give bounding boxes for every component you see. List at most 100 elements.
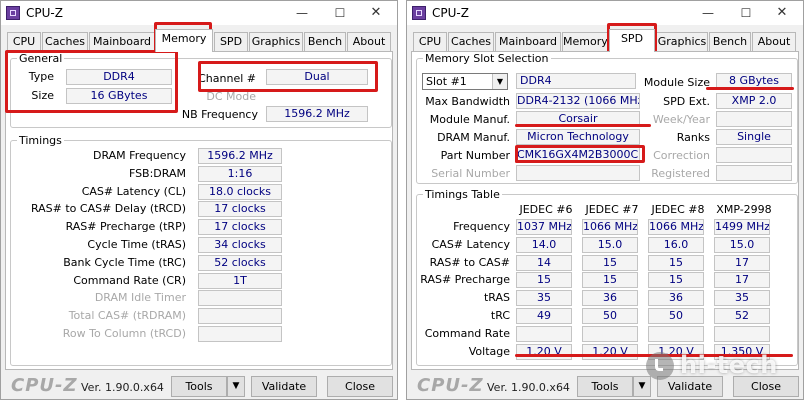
version-text: Ver. 1.90.0.x64 [487, 381, 570, 394]
part-number-label: Part Number [440, 149, 510, 162]
close-window-button[interactable]: ✕ [765, 1, 799, 25]
timing-cell: 14 [516, 255, 572, 271]
timing-cell: 36 [648, 290, 704, 306]
underline-module-size [706, 87, 794, 90]
timing-value [198, 326, 282, 342]
tab-memory[interactable]: Memory [155, 29, 213, 52]
timing-value: 18.0 clocks [198, 184, 282, 200]
serial-number-value [516, 165, 640, 181]
timing-cell: 50 [582, 308, 638, 324]
tab-about[interactable]: About [752, 32, 796, 51]
timing-label: CAS# Latency (CL) [81, 185, 186, 198]
tab-spd[interactable]: SPD [609, 29, 655, 52]
tab-mainboard[interactable]: Mainboard [495, 32, 561, 51]
minimize-button[interactable]: — [285, 1, 319, 25]
tab-spd[interactable]: SPD [214, 32, 248, 51]
timing-row-label: Command Rate [424, 327, 510, 340]
tab-caches[interactable]: Caches [448, 32, 494, 51]
chevron-down-icon[interactable]: ▼ [492, 74, 507, 89]
minimize-button[interactable]: — [691, 1, 725, 25]
timing-column-header: XMP-2998 [716, 203, 772, 216]
timing-cell [714, 326, 770, 342]
timing-cell: 14.0 [516, 237, 572, 253]
timing-label: DRAM Frequency [92, 149, 186, 162]
slot-type-value: DDR4 [516, 73, 636, 89]
validate-button[interactable]: Validate [251, 376, 317, 397]
tools-dropdown-icon[interactable]: ▼ [227, 376, 245, 397]
timing-value: 52 clocks [198, 255, 282, 271]
timing-cell: 35 [714, 290, 770, 306]
highlight-part-number [515, 145, 645, 163]
timing-value [198, 308, 282, 324]
max-bandwidth-value: DDR4-2132 (1066 MHz) [516, 93, 640, 109]
correction-label: Correction [653, 149, 710, 162]
timing-cell: 1066 MHz [582, 219, 638, 235]
timings-table-legend: Timings Table [425, 188, 500, 201]
week-year-value [716, 111, 792, 127]
nb-frequency-label: NB Frequency [181, 108, 258, 121]
tab-cpu[interactable]: CPU [413, 32, 447, 51]
tab-graphics[interactable]: Graphics [656, 32, 708, 51]
module-manuf-label: Module Manuf. [429, 113, 510, 126]
dram-manuf-label: DRAM Manuf. [437, 131, 510, 144]
timing-label: FSB:DRAM [128, 167, 186, 180]
title-bar: CPU-Z — ☐ ✕ [407, 1, 803, 25]
tab-graphics[interactable]: Graphics [249, 32, 303, 51]
cpuz-app-icon [412, 6, 426, 20]
close-button[interactable]: Close [327, 376, 393, 397]
nb-frequency-value: 1596.2 MHz [266, 106, 368, 122]
tab-cpu[interactable]: CPU [7, 32, 41, 51]
timing-cell: 15 [582, 272, 638, 288]
timing-cell: 1066 MHz [648, 219, 704, 235]
tab-bench[interactable]: Bench [304, 32, 346, 51]
footer-bar: CPU-Z Ver. 1.90.0.x64 Tools ▼ Validate C… [1, 370, 397, 399]
close-window-button[interactable]: ✕ [359, 1, 393, 25]
tab-caches[interactable]: Caches [42, 32, 88, 51]
timing-cell: 1499 MHz [714, 219, 770, 235]
timing-row-label: RAS# Precharge [420, 273, 510, 286]
registered-value [716, 165, 792, 181]
module-size-label: Module Size [643, 76, 710, 89]
timing-row-label: Frequency [453, 220, 510, 233]
timing-row-label: tRC [490, 309, 510, 322]
slot-select[interactable]: Slot #1 ▼ [422, 73, 508, 90]
window-title: CPU-Z [432, 6, 469, 20]
spd-panel: Memory Slot Selection Slot #1 ▼ DDR4 Mod… [411, 51, 799, 370]
version-text: Ver. 1.90.0.x64 [81, 381, 164, 394]
timing-cell [516, 326, 572, 342]
timing-cell: 1037 MHz [516, 219, 572, 235]
timing-cell: 15 [648, 255, 704, 271]
timing-cell [582, 326, 638, 342]
tab-bar: CPU Caches Mainboard Memory SPD Graphics… [5, 29, 393, 52]
slot-selection-legend: Memory Slot Selection [425, 52, 549, 65]
timing-cell: 36 [582, 290, 638, 306]
maximize-button[interactable]: ☐ [323, 1, 357, 25]
timing-cell: 49 [516, 308, 572, 324]
tab-mainboard[interactable]: Mainboard [89, 32, 155, 51]
cpuz-logo: CPU-Z [417, 375, 484, 396]
cpuz-window-spd: CPU-Z — ☐ ✕ CPU Caches Mainboard Memory … [406, 0, 804, 400]
highlight-general [5, 50, 178, 113]
timing-column-header: JEDEC #6 [519, 203, 573, 216]
underline-module-manuf [515, 124, 651, 127]
timing-cell: 15 [648, 272, 704, 288]
maximize-button[interactable]: ☐ [729, 1, 763, 25]
dram-manuf-value: Micron Technology [516, 129, 640, 145]
timing-value: 1:16 [198, 166, 282, 182]
timing-value: 17 clocks [198, 219, 282, 235]
tab-about[interactable]: About [347, 32, 391, 51]
tools-button[interactable]: Tools [577, 376, 633, 397]
ranks-label: Ranks [676, 131, 710, 144]
hi-tech-logo-icon [646, 352, 674, 380]
correction-value [716, 147, 792, 163]
timing-row-label: CAS# Latency [431, 238, 510, 251]
timing-cell: 15 [516, 272, 572, 288]
tab-bench[interactable]: Bench [709, 32, 751, 51]
window-title: CPU-Z [26, 6, 63, 20]
tools-button[interactable]: Tools [171, 376, 227, 397]
tab-memory[interactable]: Memory [562, 32, 608, 51]
timing-cell: 50 [648, 308, 704, 324]
timing-label: Bank Cycle Time (tRC) [63, 256, 186, 269]
spd-ext-value: XMP 2.0 [716, 93, 792, 109]
timing-cell [648, 326, 704, 342]
